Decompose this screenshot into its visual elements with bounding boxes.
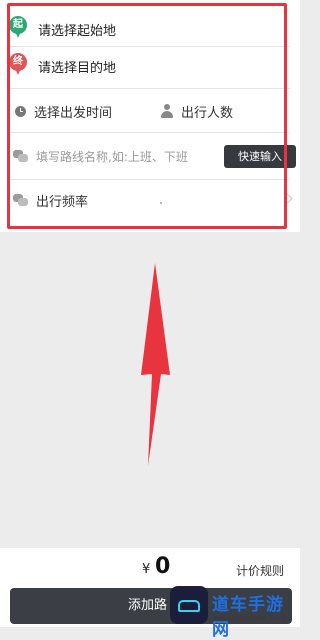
highlight-frame bbox=[7, 3, 287, 229]
price-amount: 0 bbox=[155, 554, 171, 579]
pricing-rules-link[interactable]: 计价规则 bbox=[236, 562, 284, 579]
arrow-shape bbox=[141, 263, 170, 466]
currency-symbol: ¥ bbox=[142, 562, 151, 577]
price-row: ¥ 0 计价规则 bbox=[0, 551, 300, 585]
car-icon bbox=[178, 600, 200, 612]
watermark-url: www.lmwwsz.com bbox=[214, 613, 287, 622]
